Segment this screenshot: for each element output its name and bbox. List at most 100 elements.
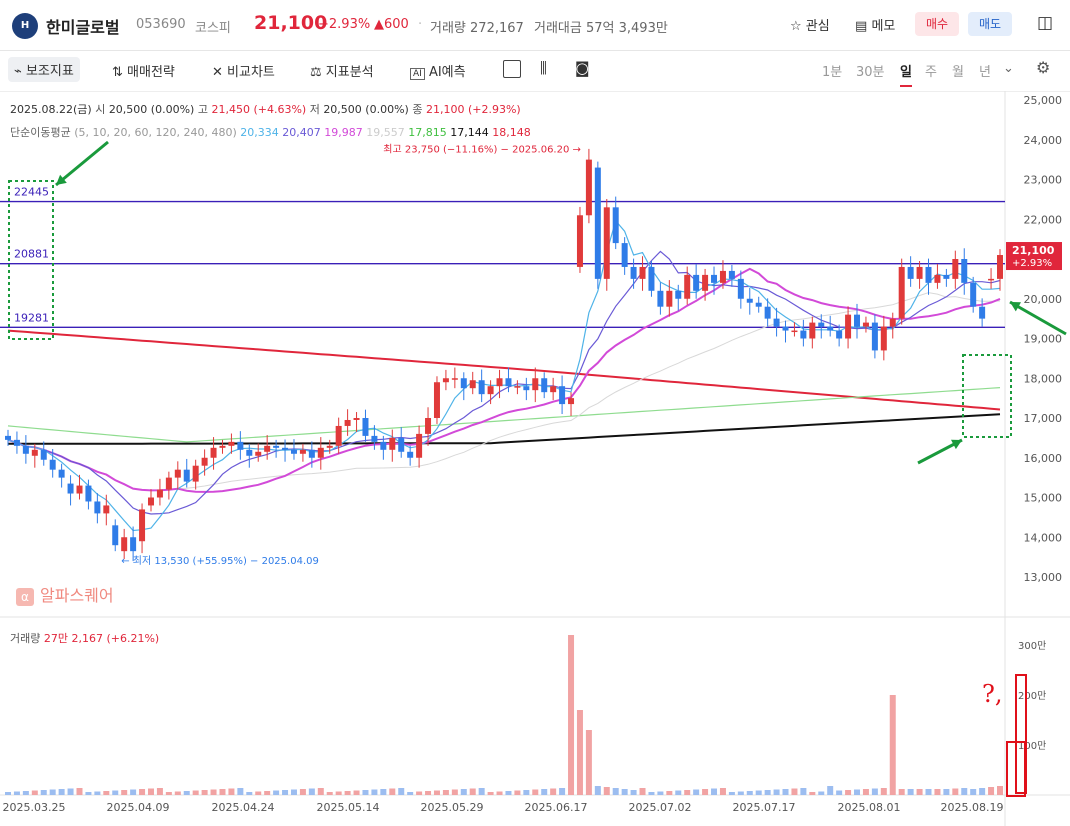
candle-body — [702, 274, 709, 291]
volume-bar — [541, 789, 548, 795]
stock-name[interactable]: 한미글로벌 — [46, 14, 120, 38]
period-week[interactable]: 주 — [925, 61, 937, 80]
candle-body — [49, 459, 56, 470]
candle-body — [728, 270, 735, 279]
volume-bar — [147, 788, 154, 795]
period-1min[interactable]: 1분 — [822, 61, 842, 80]
candle-body — [612, 207, 619, 244]
volume-bar — [505, 791, 512, 795]
price-chart[interactable]: 25,00024,00023,00022,00021,00020,00019,0… — [0, 91, 1070, 826]
volume-bar — [362, 790, 369, 795]
candle-body — [693, 274, 700, 291]
candle-body — [335, 425, 342, 446]
candle-body — [648, 266, 655, 291]
candle-body — [782, 326, 789, 331]
volume-bar — [800, 788, 807, 795]
y-tick-label: 18,000 — [1024, 372, 1063, 385]
watch-button[interactable]: ☆ 관심 — [790, 15, 830, 34]
candle-body — [916, 266, 923, 279]
candle-body — [317, 447, 324, 458]
memo-button[interactable]: ▤ 메모 — [855, 15, 895, 34]
volume-bar — [791, 788, 798, 795]
candle-body — [666, 290, 673, 307]
chevron-down-icon[interactable]: ⌄ — [1003, 61, 1014, 76]
y-tick-label: 13,000 — [1024, 571, 1063, 584]
candle-body — [112, 525, 119, 546]
volume-tick-label: 200만 — [1018, 690, 1046, 702]
volume-bar — [854, 789, 861, 795]
camera-icon[interactable]: ◙ — [575, 59, 590, 77]
period-day[interactable]: 일 — [900, 61, 912, 87]
volume-bar — [827, 786, 834, 795]
volume-bar — [666, 791, 673, 795]
panel-toggle-icon[interactable]: ◫ — [1037, 13, 1053, 33]
volume-tick-label: 300만 — [1018, 640, 1046, 652]
candle-body — [13, 439, 20, 446]
compare-button[interactable]: ✕ 비교차트 — [212, 61, 275, 80]
candle-body — [425, 418, 432, 434]
compare-icon: ✕ — [212, 65, 223, 80]
high-note: 최고 23,750 (−11.16%) − 2025.06.20 → — [383, 144, 581, 156]
candle-body — [246, 449, 253, 456]
star-icon: ☆ — [790, 19, 802, 34]
candle-body — [532, 378, 539, 391]
volume-bar — [630, 790, 637, 795]
period-30min[interactable]: 30분 — [856, 61, 885, 80]
analysis-button[interactable]: ⚖ 지표분석 — [310, 61, 374, 80]
volume-bar — [112, 790, 119, 795]
annotation-box-right — [962, 354, 1012, 438]
ai-button[interactable]: AI AI예측 — [410, 61, 466, 80]
strategy-button[interactable]: ⇅ 매매전략 — [112, 61, 175, 80]
volume-bar — [550, 788, 557, 795]
square-tool-icon[interactable] — [503, 60, 521, 78]
volume-bar — [442, 790, 449, 795]
x-tick-label: 2025.07.02 — [629, 801, 692, 814]
volume-bar — [85, 792, 92, 795]
red-question-mark: ?, — [982, 680, 1003, 708]
candle-body — [67, 483, 74, 494]
volume-bar — [22, 791, 29, 795]
volume-bar — [460, 789, 467, 795]
candle-body — [961, 259, 968, 283]
volume-bar — [165, 792, 172, 795]
volume-bar — [809, 792, 816, 795]
candle-body — [308, 449, 315, 458]
volume-bar — [916, 789, 923, 795]
candle-body — [550, 386, 557, 393]
candle-body — [925, 266, 932, 283]
ai-chip-icon: AI — [410, 68, 425, 80]
candle-body — [523, 386, 530, 391]
current-price: 21,100 — [254, 12, 328, 34]
sell-button[interactable]: 매도 — [968, 12, 1012, 36]
candle-body — [541, 378, 548, 393]
volume-bar — [389, 788, 396, 795]
candle-body — [657, 290, 664, 307]
x-tick-label: 2025.05.29 — [421, 801, 484, 814]
period-year[interactable]: 년 — [979, 61, 991, 80]
volume-bar — [94, 791, 101, 795]
candle-type-icon[interactable]: ⫼ — [540, 59, 547, 77]
volume-bar — [353, 790, 360, 795]
volume-bar — [961, 788, 968, 795]
stock-header: H 한미글로벌 053690 코스피 21,100 +2.93% ▲600 · … — [0, 0, 1070, 51]
candle-body — [889, 318, 896, 327]
amount-label: 거래대금 — [534, 21, 582, 36]
buy-button[interactable]: 매수 — [915, 12, 959, 36]
volume-bar — [711, 788, 718, 795]
volume-bar — [103, 791, 110, 795]
y-tick-label: 20,000 — [1024, 293, 1063, 306]
period-month[interactable]: 월 — [952, 61, 964, 80]
volume-bar — [425, 791, 432, 795]
volume-bar — [219, 789, 226, 795]
volume-bar — [380, 789, 387, 795]
gear-icon[interactable]: ⚙ — [1036, 58, 1050, 77]
candle-body — [255, 451, 262, 456]
volume-bar — [925, 789, 932, 795]
y-tick-label: 15,000 — [1024, 492, 1063, 505]
candle-body — [389, 437, 396, 450]
candle-body — [988, 278, 995, 281]
x-tick-label: 2025.04.09 — [107, 801, 170, 814]
volume-label: 거래량 — [430, 21, 466, 36]
candle-body — [970, 282, 977, 307]
indicators-button[interactable]: ⌁ 보조지표 — [8, 57, 80, 82]
